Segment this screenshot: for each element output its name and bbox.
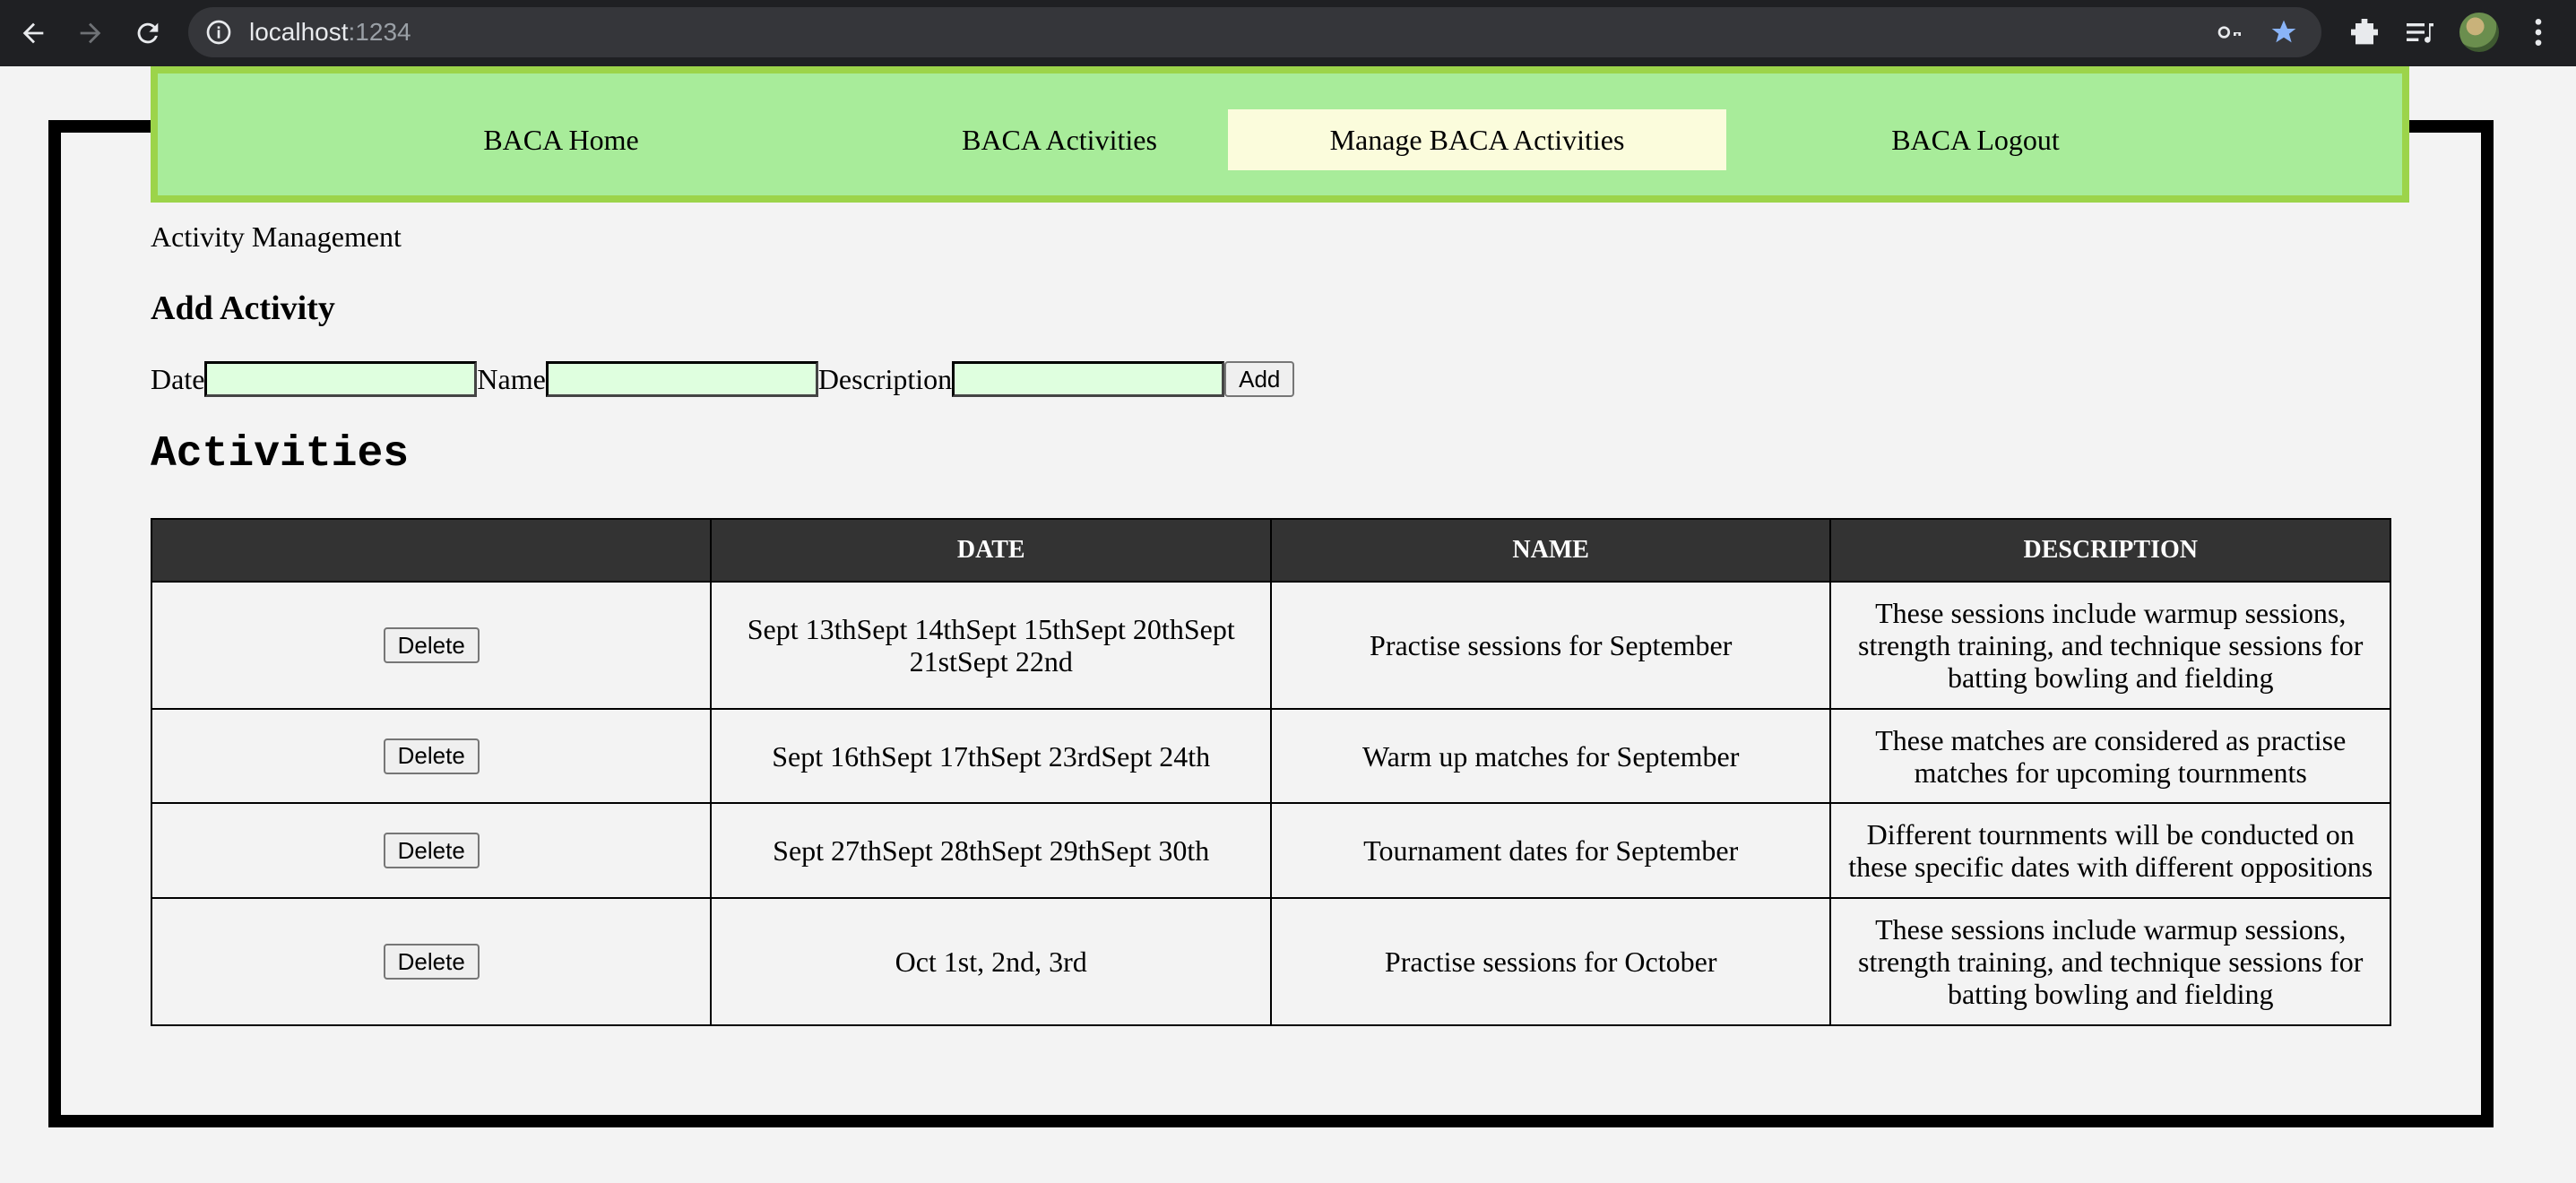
nav-item-home[interactable]: BACA Home (312, 109, 810, 170)
name-cell: Tournament dates for September (1269, 802, 1832, 899)
name-cell: Practise sessions for September (1269, 581, 1832, 710)
date-cell: Sept 16thSept 17thSept 23rdSept 24th (710, 708, 1272, 804)
back-button[interactable] (13, 13, 54, 54)
extensions-icon[interactable] (2347, 14, 2382, 50)
date-cell: Sept 27thSept 28thSept 29thSept 30th (710, 802, 1272, 899)
nav-item-manage-activities[interactable]: Manage BACA Activities (1228, 109, 1726, 170)
add-button[interactable]: Add (1224, 361, 1295, 397)
description-label: Description (817, 362, 953, 395)
actions-cell: Delete (150, 708, 713, 804)
table-row: Delete Oct 1st, 2nd, 3rd Practise sessio… (150, 897, 2391, 1026)
header-date: DATE (710, 518, 1272, 583)
bookmark-star-icon[interactable] (2269, 18, 2298, 47)
description-cell: These matches are considered as practise… (1829, 708, 2391, 804)
delete-button[interactable]: Delete (383, 833, 480, 869)
url-text: localhost:1234 (249, 20, 411, 45)
description-cell: These sessions include warmup sessions, … (1829, 581, 2391, 710)
reading-list-icon[interactable] (2402, 14, 2438, 50)
profile-avatar[interactable] (2459, 13, 2499, 52)
date-cell: Sept 13thSept 14thSept 15thSept 20thSept… (710, 581, 1272, 710)
activities-heading: Activities (151, 430, 410, 479)
description-cell: Different tournments will be conducted o… (1829, 802, 2391, 899)
url-host: localhost (249, 18, 349, 46)
info-icon[interactable] (204, 18, 233, 47)
url-port: :1234 (348, 18, 411, 46)
delete-button[interactable]: Delete (383, 627, 480, 664)
delete-button[interactable]: Delete (383, 738, 480, 774)
reload-button[interactable] (127, 13, 169, 54)
actions-cell: Delete (150, 802, 713, 899)
menu-dots-icon[interactable] (2520, 14, 2556, 50)
nav-item-logout[interactable]: BACA Logout (1726, 109, 2225, 170)
add-activity-heading: Add Activity (151, 289, 335, 327)
date-input[interactable] (204, 361, 478, 397)
name-label: Name (477, 362, 546, 395)
activities-table: DATE NAME DESCRIPTION Delete Sept 13thSe… (150, 518, 2391, 1026)
date-cell: Oct 1st, 2nd, 3rd (710, 897, 1272, 1026)
page-subtitle: Activity Management (151, 220, 402, 253)
header-actions (150, 518, 713, 583)
description-input[interactable] (952, 361, 1225, 397)
date-label: Date (151, 362, 205, 395)
address-bar[interactable]: localhost:1234 (188, 7, 2321, 57)
table-header-row: DATE NAME DESCRIPTION (150, 518, 2391, 583)
header-description: DESCRIPTION (1829, 518, 2391, 583)
arrow-right-icon (80, 22, 101, 44)
name-cell: Practise sessions for October (1269, 897, 1832, 1026)
table-row: Delete Sept 13thSept 14thSept 15thSept 2… (150, 581, 2391, 710)
table-row: Delete Sept 16thSept 17thSept 23rdSept 2… (150, 708, 2391, 804)
actions-cell: Delete (150, 897, 713, 1026)
delete-button[interactable]: Delete (383, 944, 480, 980)
top-nav: BACA Home BACA Activities Manage BACA Ac… (151, 66, 2409, 203)
description-cell: These sessions include warmup sessions, … (1829, 897, 2391, 1026)
actions-cell: Delete (150, 581, 713, 710)
arrow-left-icon (22, 22, 44, 44)
add-activity-form: Date Name Description Add (151, 360, 1295, 398)
header-name: NAME (1269, 518, 1832, 583)
name-input[interactable] (545, 361, 818, 397)
forward-button[interactable] (70, 13, 111, 54)
reload-icon (137, 22, 159, 44)
browser-toolbar: localhost:1234 (0, 0, 2576, 66)
table-row: Delete Sept 27thSept 28thSept 29thSept 3… (150, 802, 2391, 899)
name-cell: Warm up matches for September (1269, 708, 1832, 804)
key-icon[interactable] (2216, 18, 2244, 47)
